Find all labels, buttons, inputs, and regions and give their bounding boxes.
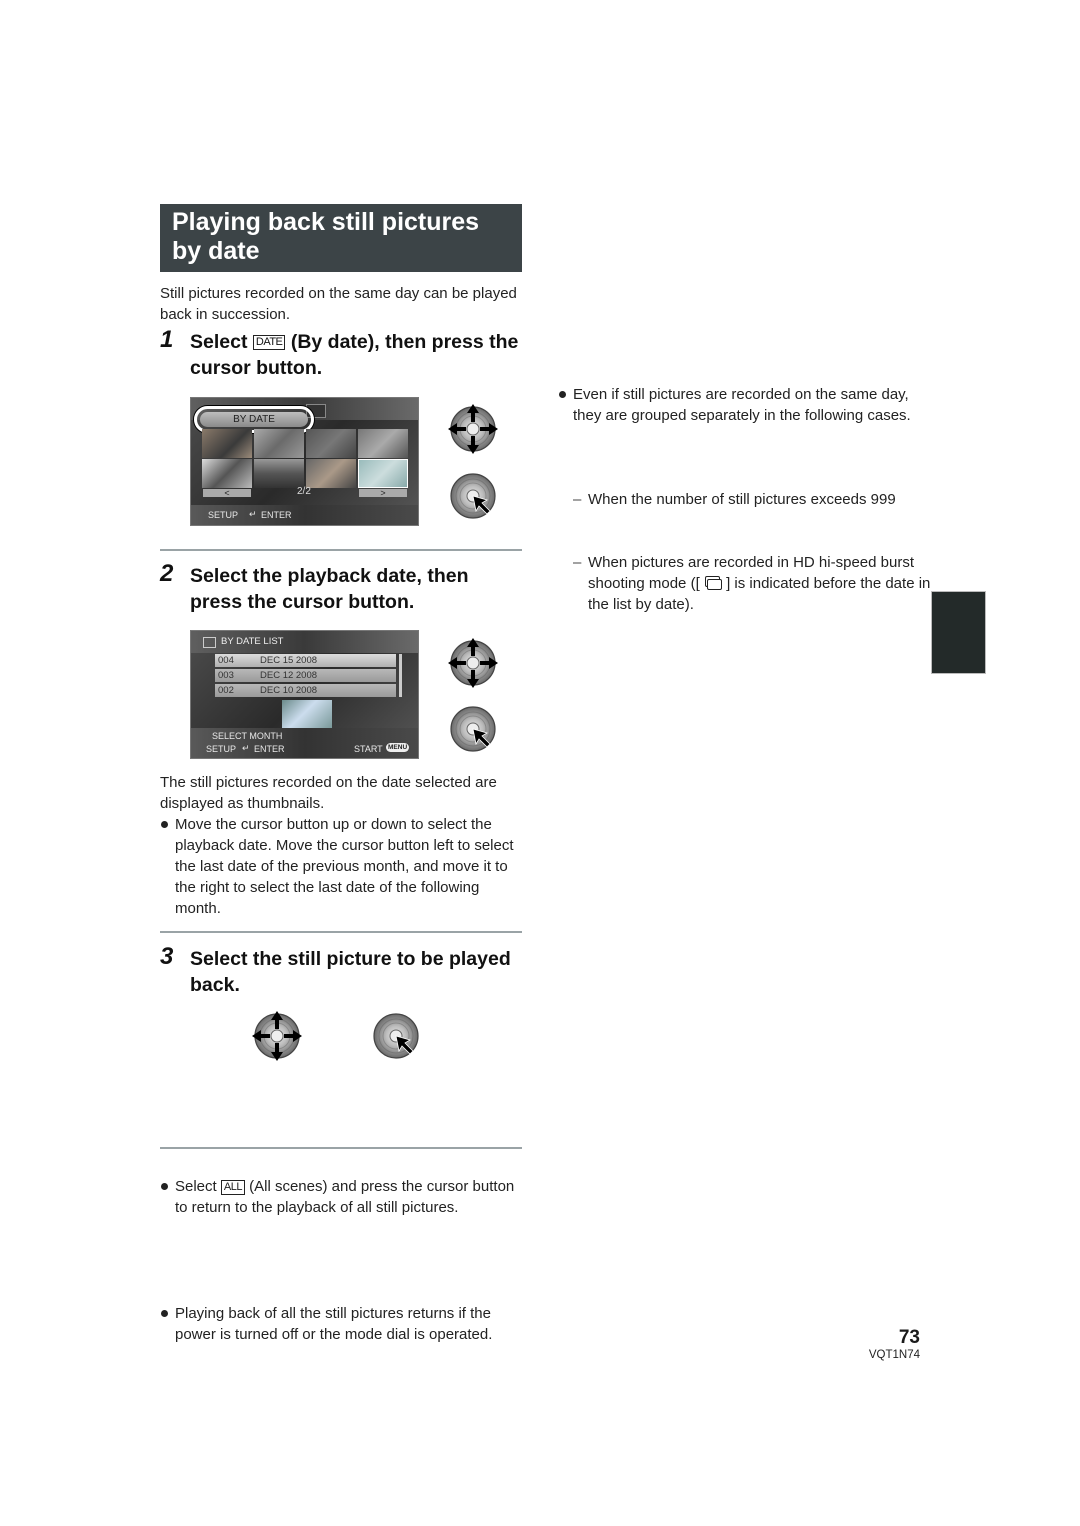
row-date: DEC 15 2008 [260, 655, 318, 666]
cursor-button-4-way-icon [251, 1010, 303, 1062]
section-title: Playing back still pictures by date [160, 204, 522, 272]
thumbnail-selected[interactable] [358, 459, 408, 488]
step-2-heading: 2 Select the playback date, then press t… [160, 560, 525, 615]
lcd-screen-by-date-list: BY DATE LIST 004 DEC 15 2008 003 DEC 12 … [190, 630, 419, 759]
grouping-note: Even if still pictures are recorded on t… [558, 384, 935, 426]
by-date-list-title: BY DATE LIST [221, 636, 284, 647]
page-number: 73 [898, 1327, 920, 1348]
thumbnail[interactable] [254, 459, 304, 488]
thumbnail[interactable] [358, 429, 408, 458]
step-2-bullet: Move the cursor button up or down to sel… [160, 814, 523, 919]
step-3-text: Select the still picture to be played ba… [190, 948, 511, 996]
lcd-screen-by-date: BY DATE < 2/2 > SETUP ↵ ENTER [190, 397, 419, 526]
step-1-heading: 1 Select DATE (By date), then press the … [160, 326, 525, 381]
date-row-selected[interactable]: 004 DEC 15 2008 [215, 654, 396, 667]
preview-thumbnail [282, 700, 332, 728]
lcd-footer: SETUP ↵ ENTER [191, 505, 418, 525]
chapter-tab-marker [931, 591, 986, 674]
note-power-off: Playing back of all the still pictures r… [160, 1303, 520, 1345]
enter-label: ENTER [254, 744, 285, 754]
date-mode-icon: DATE [252, 335, 286, 350]
section-title-line2: by date [172, 237, 260, 265]
grouping-case-2: When pictures are recorded in HD hi-spee… [573, 552, 933, 615]
step-1-text-before: Select [190, 331, 248, 353]
thumbnail[interactable] [202, 429, 252, 458]
thumbnail[interactable] [254, 429, 304, 458]
list-scrollbar[interactable] [399, 654, 402, 697]
select-month-label: SELECT MONTH [212, 731, 283, 741]
step-1-number: 1 [160, 326, 174, 353]
lcd-header: BY DATE LIST [191, 631, 418, 653]
enter-return-icon: ↵ [249, 509, 257, 519]
enter-return-icon: ↵ [242, 743, 250, 753]
by-date-label: BY DATE [200, 412, 308, 427]
row-number: 004 [218, 655, 234, 666]
row-number: 003 [218, 670, 234, 681]
thumbnail[interactable] [306, 429, 356, 458]
divider [160, 549, 522, 551]
step-2-description: The still pictures recorded on the date … [160, 774, 497, 812]
step-2-number: 2 [160, 560, 174, 587]
setup-label: SETUP [208, 510, 239, 520]
row-date: DEC 10 2008 [260, 685, 318, 696]
next-page-button[interactable]: > [359, 489, 407, 498]
row-number: 002 [218, 685, 234, 696]
thumbnail[interactable] [202, 459, 252, 488]
grouping-case-1: When the number of still pictures exceed… [573, 489, 933, 510]
all-scenes-icon: ALL [220, 1180, 245, 1195]
start-label: START [354, 744, 383, 754]
cursor-button-press-icon [447, 703, 499, 755]
prev-page-button[interactable]: < [203, 489, 251, 498]
page-indicator: 2/2 [297, 486, 311, 497]
step-3-number: 3 [160, 943, 174, 970]
row-date: DEC 12 2008 [260, 670, 318, 681]
list-icon [203, 637, 216, 648]
cursor-button-press-icon [447, 470, 499, 522]
setup-label: SETUP [206, 744, 237, 754]
date-row[interactable]: 002 DEC 10 2008 [215, 684, 396, 697]
document-code: VQT1N74 [868, 1349, 920, 1361]
step-3-bullet: Select ALL (All scenes) and press the cu… [160, 1176, 527, 1218]
divider [160, 1147, 522, 1149]
intro-text: Still pictures recorded on the same day … [160, 285, 517, 323]
cursor-button-4-way-icon [447, 637, 499, 689]
cursor-button-press-icon [370, 1010, 422, 1062]
thumbnail[interactable] [306, 459, 356, 488]
date-row[interactable]: 003 DEC 12 2008 [215, 669, 396, 682]
enter-label: ENTER [261, 510, 292, 520]
step-3-heading: 3 Select the still picture to be played … [160, 943, 525, 998]
step-2-text: Select the playback date, then press the… [190, 565, 469, 613]
cursor-button-4-way-icon [447, 403, 499, 455]
menu-button-badge: MENU [386, 743, 410, 752]
section-title-line1: Playing back still pictures [172, 208, 480, 236]
burst-shooting-icon [704, 576, 722, 590]
divider [160, 931, 522, 933]
bullet-text-before: Select [175, 1178, 217, 1195]
lcd-footer: SELECT MONTH SETUP ↵ ENTER START MENU [191, 728, 418, 758]
